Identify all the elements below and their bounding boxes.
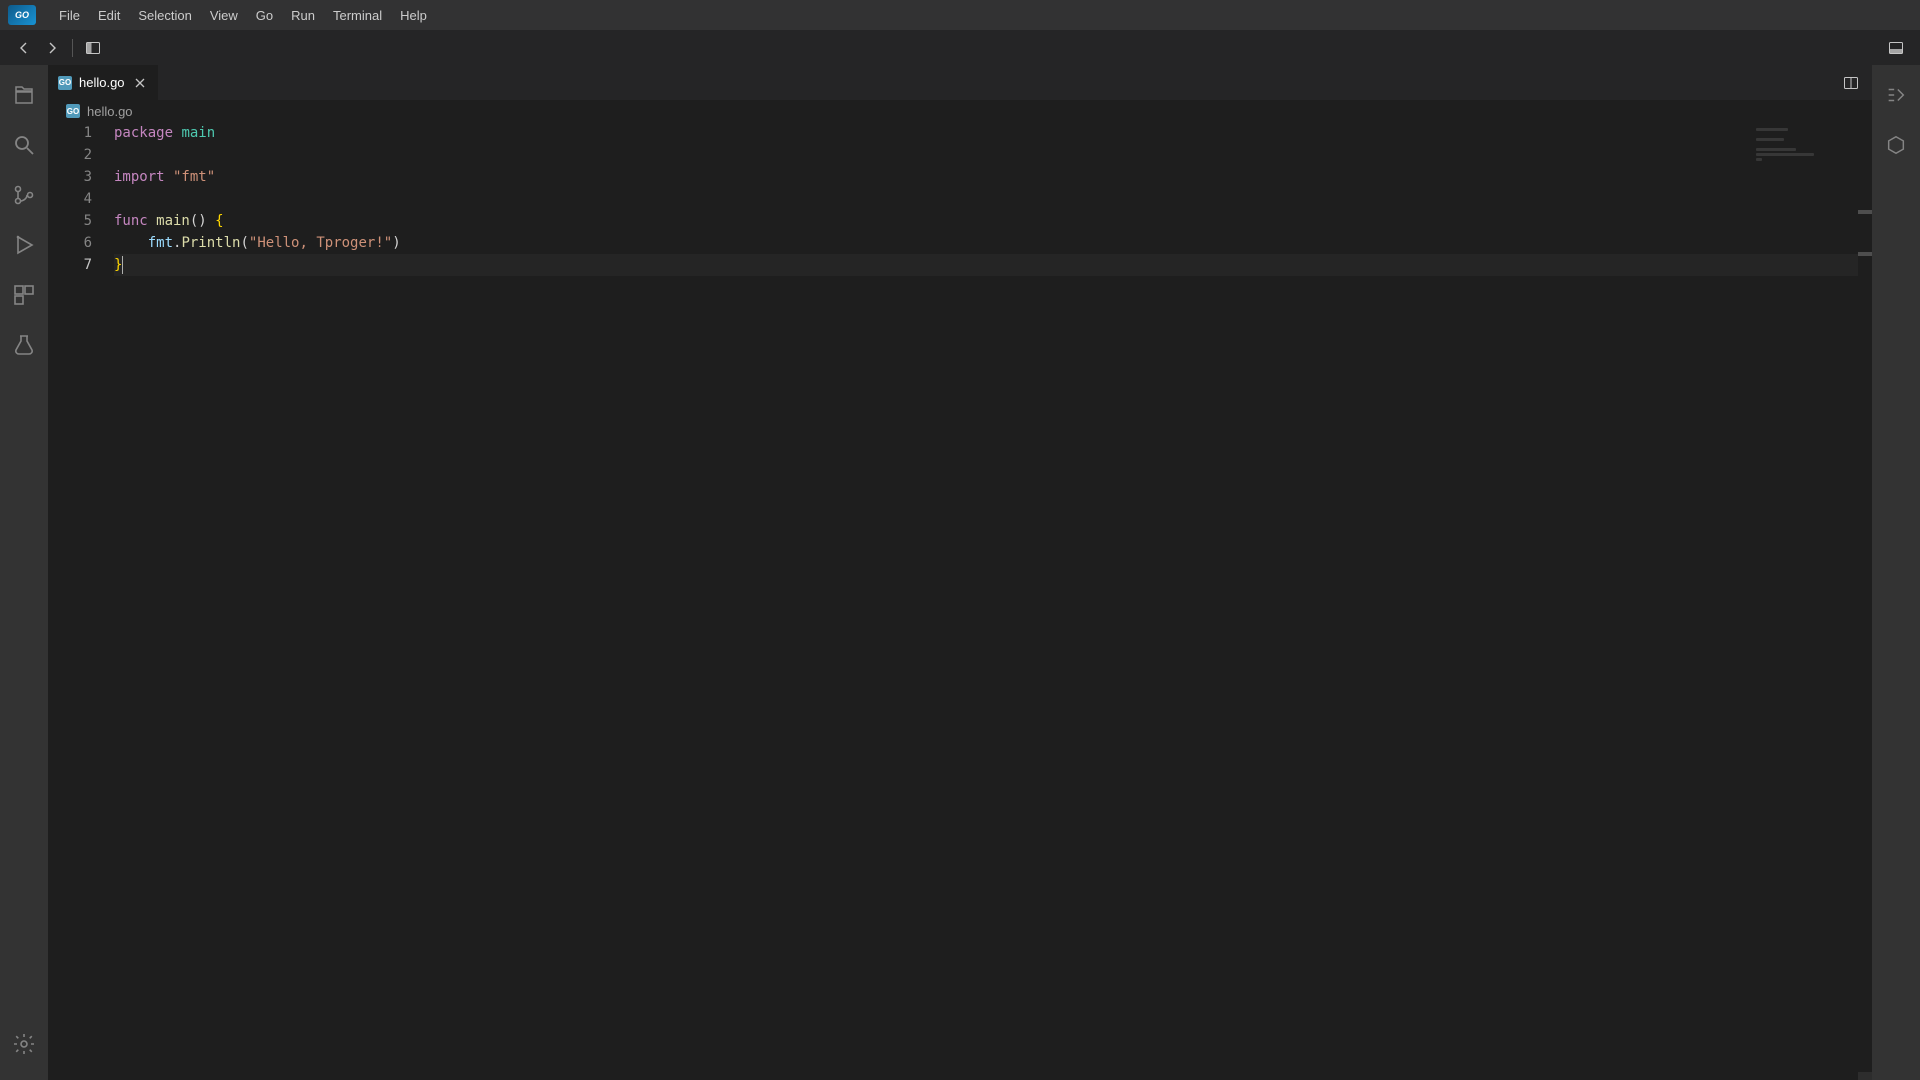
code-line [114,144,1872,166]
line-number: 3 [48,166,92,188]
menu-go[interactable]: Go [247,8,282,23]
hex-icon[interactable] [1872,123,1920,167]
activity-bar [0,65,48,1080]
extensions-icon[interactable] [0,273,48,317]
menu-selection[interactable]: Selection [129,8,200,23]
go-file-icon: GO [58,76,72,90]
toggle-sidebar-icon[interactable] [79,34,107,62]
code-line: import "fmt" [114,166,1872,188]
testing-icon[interactable] [0,323,48,367]
tabs-row: GO hello.go [48,65,1872,100]
settings-gear-icon[interactable] [0,1022,48,1066]
tab-label: hello.go [79,75,125,90]
nav-forward-icon[interactable] [38,34,66,62]
menu-file[interactable]: File [50,8,89,23]
outline-icon[interactable] [1872,73,1920,117]
line-number: 6 [48,232,92,254]
toggle-panel-icon[interactable] [1882,34,1910,62]
menu-terminal[interactable]: Terminal [324,8,391,23]
run-debug-icon[interactable] [0,223,48,267]
line-number: 5 [48,210,92,232]
scrollbar[interactable] [1858,122,1872,1080]
explorer-icon[interactable] [0,73,48,117]
code-line: package main [114,122,1872,144]
close-icon[interactable] [132,75,148,91]
go-file-icon: GO [66,104,80,118]
line-number: 1 [48,122,92,144]
search-icon[interactable] [0,123,48,167]
menu-run[interactable]: Run [282,8,324,23]
code-line: } [114,254,1872,276]
breadcrumb-file: hello.go [87,104,133,119]
toolbar [0,30,1920,65]
tab-hello-go[interactable]: GO hello.go [48,65,159,100]
line-number: 2 [48,144,92,166]
source-control-icon[interactable] [0,173,48,217]
nav-back-icon[interactable] [10,34,38,62]
menu-view[interactable]: View [201,8,247,23]
minimap[interactable] [1756,122,1856,1080]
line-number: 7 [48,254,92,276]
breadcrumb[interactable]: GO hello.go [48,100,1872,122]
right-activity-bar [1872,65,1920,1080]
line-number: 4 [48,188,92,210]
code-line [114,188,1872,210]
code-editor[interactable]: 1 2 3 4 5 6 7 package main import "fmt" … [48,122,1872,1080]
code-content[interactable]: package main import "fmt" func main() { … [114,122,1872,1080]
menu-edit[interactable]: Edit [89,8,129,23]
split-editor-icon[interactable] [1840,72,1862,94]
menu-help[interactable]: Help [391,8,436,23]
editor-area: GO hello.go GO hello.go 1 2 3 4 [48,65,1872,1080]
app-logo-icon: GO [8,5,36,25]
menubar: GO File Edit Selection View Go Run Termi… [0,0,1920,30]
toolbar-divider [72,39,73,57]
code-line: fmt.Println("Hello, Tproger!") [114,232,1872,254]
code-line: func main() { [114,210,1872,232]
line-gutter: 1 2 3 4 5 6 7 [48,122,114,1080]
